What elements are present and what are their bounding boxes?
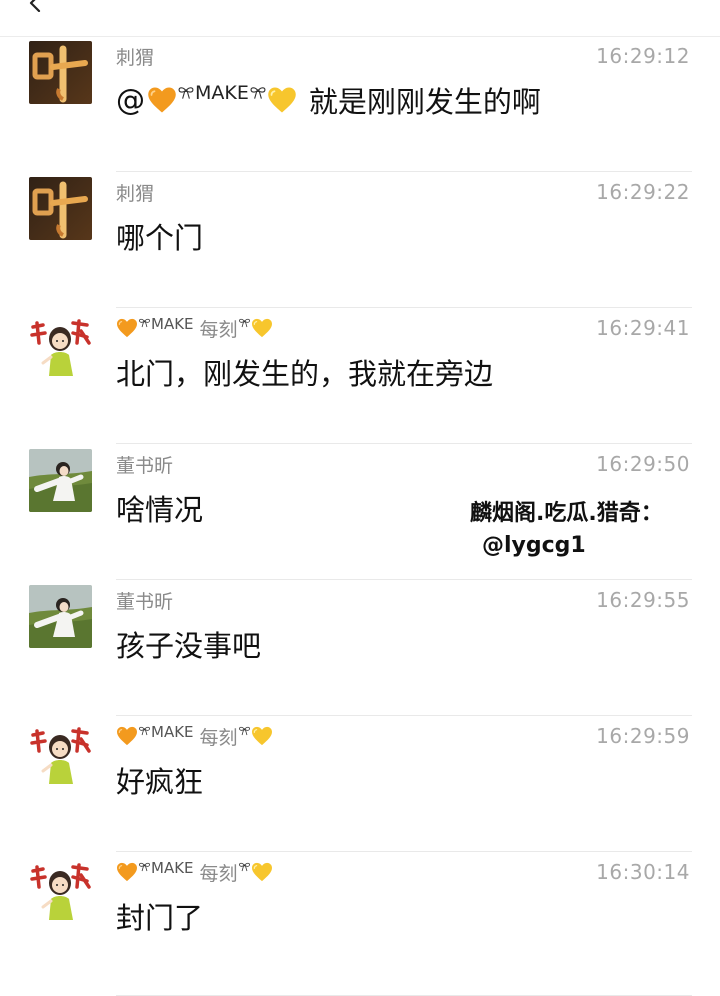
anime-girl-field-avatar[interactable]: [29, 585, 92, 648]
watermark-line2: @lygcg1: [482, 533, 586, 558]
message-time: 16:29:41: [596, 316, 690, 340]
bow-icon: [238, 726, 251, 736]
sender-nickname: MAKE: [151, 315, 194, 333]
mention-at: @: [116, 83, 145, 117]
message-text: 啥情况: [116, 493, 204, 527]
bow-icon: [249, 86, 267, 100]
calligraphy-ye-avatar[interactable]: [29, 41, 92, 104]
cartoon-girl-avatar[interactable]: [29, 721, 92, 784]
anime-girl-field-avatar[interactable]: [29, 449, 92, 512]
watermark-line1: 麟烟阁.吃瓜.猎奇：: [470, 501, 663, 526]
chat-header: [0, 0, 720, 37]
sender-suffix: 每刻: [199, 318, 238, 341]
message-text: 哪个门: [116, 221, 204, 255]
bow-icon: [138, 318, 151, 328]
orange-heart-icon: [116, 862, 138, 882]
calligraphy-ye-avatar[interactable]: [29, 177, 92, 240]
message-item: 董书昕 16:29:55 孩子没事吧: [0, 580, 720, 716]
message-item: 刺猬 16:29:12 @ MAKE 就是刚刚发生的啊: [0, 36, 720, 172]
message-text: 北门，刚发生的，我就在旁边: [116, 357, 494, 391]
yellow-heart-icon: [251, 862, 273, 882]
yellow-heart-icon: [251, 726, 273, 746]
bow-icon: [177, 86, 195, 100]
sender-nickname: MAKE: [151, 723, 194, 741]
message-time: 16:29:50: [596, 452, 690, 476]
message-text: @ MAKE 就是刚刚发生的啊: [116, 80, 541, 120]
sender-name: 刺猬: [116, 182, 155, 205]
bow-icon: [138, 862, 151, 872]
message-text: 封门了: [116, 901, 204, 935]
mention-name: MAKE: [195, 82, 249, 104]
message-item: MAKE 每刻 16:30:14 封门了: [0, 852, 720, 996]
sender-name: MAKE 每刻: [116, 314, 273, 342]
orange-heart-icon: [116, 318, 138, 338]
sender-name: 董书昕: [116, 454, 174, 477]
bow-icon: [238, 862, 251, 872]
cartoon-girl-avatar[interactable]: [29, 857, 92, 920]
yellow-heart-icon: [251, 318, 273, 338]
message-time: 16:29:12: [596, 44, 690, 68]
yellow-heart-icon: [267, 86, 297, 114]
watermark: 麟烟阁.吃瓜.猎奇： @lygcg1: [470, 498, 663, 562]
back-arrow-icon[interactable]: [26, 0, 44, 12]
message-item: 刺猬 16:29:22 哪个门: [0, 172, 720, 308]
orange-heart-icon: [147, 86, 177, 114]
message-text: 好疯狂: [116, 765, 204, 799]
message-item: MAKE 每刻 16:29:59 好疯狂: [0, 716, 720, 852]
sender-suffix: 每刻: [199, 726, 238, 749]
bow-icon: [138, 726, 151, 736]
cartoon-girl-avatar[interactable]: [29, 313, 92, 376]
bow-icon: [238, 318, 251, 328]
message-time: 16:30:14: [596, 860, 690, 884]
sender-name: 刺猬: [116, 46, 155, 69]
sender-name: 董书昕: [116, 590, 174, 613]
orange-heart-icon: [116, 726, 138, 746]
sender-name: MAKE 每刻: [116, 722, 273, 750]
message-time: 16:29:59: [596, 724, 690, 748]
message-time: 16:29:22: [596, 180, 690, 204]
sender-name: MAKE 每刻: [116, 858, 273, 886]
message-body: 就是刚刚发生的啊: [308, 85, 541, 119]
message-text: 孩子没事吧: [116, 629, 262, 663]
message-item: MAKE 每刻 16:29:41 北门，刚发生的，我就在旁边: [0, 308, 720, 444]
message-time: 16:29:55: [596, 588, 690, 612]
sender-nickname: MAKE: [151, 859, 194, 877]
sender-suffix: 每刻: [199, 862, 238, 885]
